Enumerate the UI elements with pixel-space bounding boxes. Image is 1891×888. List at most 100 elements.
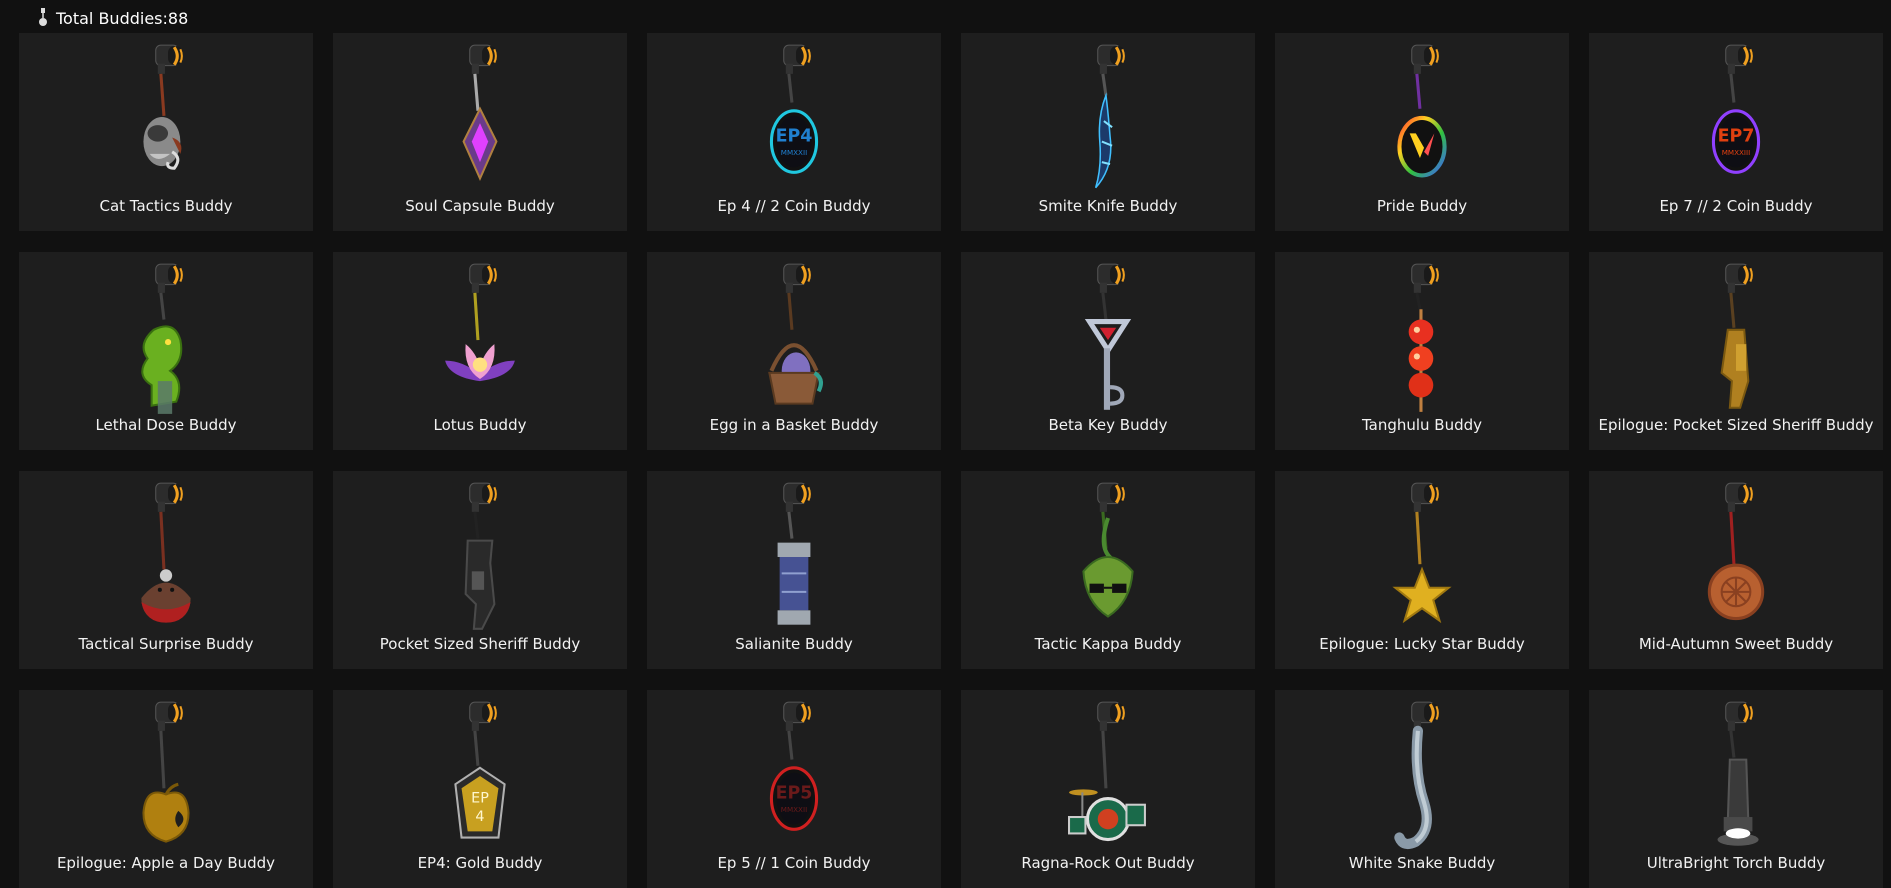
ep7-coin-buddy-icon: EP7 MMXXIII (1711, 44, 1761, 174)
sheriff-buddy-icon (464, 482, 497, 630)
buddy-card[interactable]: Epilogue: Apple a Day Buddy (19, 690, 313, 888)
buddy-name: Lotus Buddy (433, 416, 527, 434)
buddy-card[interactable]: Epilogue: Lucky Star Buddy (1275, 471, 1569, 669)
buddy-card[interactable]: Tactic Kappa Buddy (961, 471, 1255, 669)
buddy-card[interactable]: EP4 MMXXII Ep 4 // 2 Coin Buddy (647, 33, 941, 231)
keychain-clip (469, 263, 497, 293)
total-buddies-label: Total Buddies:88 (56, 8, 189, 28)
buddy-grid: Cat Tactics Buddy Soul Capsule Buddy EP4… (19, 33, 1883, 888)
buddy-card[interactable]: Tanghulu Buddy (1275, 252, 1569, 450)
buddy-card[interactable]: EP7 MMXXIII Ep 7 // 2 Coin Buddy (1589, 33, 1883, 231)
buddy-card[interactable]: Lotus Buddy (333, 252, 627, 450)
keychain-clip (155, 263, 183, 293)
keychain-clip (1411, 263, 1439, 293)
buddy-card[interactable]: EP5 MMXXII Ep 5 // 1 Coin Buddy (647, 690, 941, 888)
svg-text:EP5: EP5 (776, 784, 813, 804)
buddy-name: Epilogue: Lucky Star Buddy (1319, 635, 1525, 653)
buddy-name: Epilogue: Pocket Sized Sheriff Buddy (1598, 416, 1874, 434)
keychain-clip (155, 482, 183, 512)
svg-text:EP7: EP7 (1718, 127, 1755, 147)
keychain-clip (469, 482, 497, 512)
buddy-name: Ep 4 // 2 Coin Buddy (717, 197, 871, 215)
smite-knife-buddy-icon (1094, 44, 1125, 189)
buddy-card[interactable]: Tactical Surprise Buddy (19, 471, 313, 669)
buddy-name: Smite Knife Buddy (1038, 197, 1178, 215)
salianite-buddy-icon (777, 482, 811, 625)
keychain-clip (1097, 263, 1125, 293)
keychain-clip (783, 701, 811, 731)
keychain-clip (155, 701, 183, 731)
keychain-clip (1097, 701, 1125, 731)
keychain-clip (1725, 482, 1753, 512)
buddy-card[interactable]: Lethal Dose Buddy (19, 252, 313, 450)
torch-buddy-icon (1717, 701, 1759, 846)
buddy-name: Tanghulu Buddy (1361, 416, 1483, 434)
buddy-name: Mid-Autumn Sweet Buddy (1638, 635, 1834, 653)
buddy-name: White Snake Buddy (1348, 854, 1496, 872)
keychain-clip (783, 263, 811, 293)
buddy-name: Pride Buddy (1376, 197, 1468, 215)
keychain-clip (469, 701, 497, 731)
buddy-name: Cat Tactics Buddy (99, 197, 233, 215)
keychain-clip (1411, 44, 1439, 74)
keychain-clip (1097, 482, 1125, 512)
tactical-surprise-buddy-icon (141, 482, 191, 623)
mooncake-buddy-icon (1707, 482, 1765, 621)
buddy-name: EP4: Gold Buddy (417, 854, 543, 872)
keychain-clip (1725, 263, 1753, 293)
svg-text:MMXXIII: MMXXIII (1722, 148, 1751, 157)
buddy-name: Soul Capsule Buddy (405, 197, 555, 215)
buddy-name: Pocket Sized Sheriff Buddy (379, 635, 581, 653)
buddy-card[interactable]: Egg in a Basket Buddy (647, 252, 941, 450)
keychain-clip (1097, 44, 1125, 74)
ep4-coin-buddy-icon: EP4 MMXXII (769, 44, 819, 174)
svg-text:EP4: EP4 (776, 127, 813, 147)
buddy-card[interactable]: White Snake Buddy (1275, 690, 1569, 888)
buddy-name: Epilogue: Apple a Day Buddy (56, 854, 276, 872)
egg-basket-buddy-icon (768, 263, 823, 405)
buddy-card[interactable]: Ragna-Rock Out Buddy (961, 690, 1255, 888)
buddy-card[interactable]: Soul Capsule Buddy (333, 33, 627, 231)
drum-kit-buddy-icon (1068, 701, 1146, 842)
keychain-clip (1411, 482, 1439, 512)
buddy-name: Ragna-Rock Out Buddy (1021, 854, 1195, 872)
buddy-card[interactable]: Cat Tactics Buddy (19, 33, 313, 231)
total-buddies-header: Total Buddies:88 (36, 6, 188, 30)
buddy-name: Tactical Surprise Buddy (78, 635, 254, 653)
buddy-card[interactable]: Pocket Sized Sheriff Buddy (333, 471, 627, 669)
buddy-card[interactable]: Epilogue: Pocket Sized Sheriff Buddy (1589, 252, 1883, 450)
buddy-card[interactable]: EP 4 EP4: Gold Buddy (333, 690, 627, 888)
buddy-card[interactable]: Mid-Autumn Sweet Buddy (1589, 471, 1883, 669)
ep5-coin-buddy-icon: EP5 MMXXII (769, 701, 819, 831)
keychain-clip (1725, 701, 1753, 731)
buddy-card[interactable]: Salianite Buddy (647, 471, 941, 669)
lucky-star-buddy-icon (1392, 482, 1452, 624)
buddy-name: Ep 5 // 1 Coin Buddy (717, 854, 871, 872)
gold-sheriff-buddy-icon (1720, 263, 1753, 409)
buddy-name: Egg in a Basket Buddy (709, 416, 879, 434)
buddy-name: Beta Key Buddy (1048, 416, 1168, 434)
buddy-card[interactable]: Pride Buddy (1275, 33, 1569, 231)
buddy-name: Lethal Dose Buddy (95, 416, 237, 434)
buddy-name: Tactic Kappa Buddy (1034, 635, 1182, 653)
svg-text:MMXXII: MMXXII (781, 805, 807, 814)
svg-text:MMXXII: MMXXII (781, 148, 807, 157)
pride-buddy-icon (1397, 44, 1447, 178)
keychain-clip (783, 44, 811, 74)
buddy-card[interactable]: Beta Key Buddy (961, 252, 1255, 450)
white-snake-buddy-icon (1394, 701, 1439, 850)
golden-apple-buddy-icon (142, 701, 190, 843)
svg-text:4: 4 (475, 809, 484, 825)
kappa-buddy-icon (1082, 482, 1134, 618)
buddy-card[interactable]: Smite Knife Buddy (961, 33, 1255, 231)
buddy-name: UltraBright Torch Buddy (1646, 854, 1826, 872)
buddy-name: Ep 7 // 2 Coin Buddy (1659, 197, 1813, 215)
buddy-charm-icon (39, 8, 47, 26)
keychain-clip (1725, 44, 1753, 74)
ep4-gold-buddy-icon: EP 4 (454, 701, 506, 839)
keychain-clip (155, 44, 183, 74)
svg-text:EP: EP (471, 791, 489, 807)
keychain-clip (469, 44, 497, 74)
buddy-card[interactable]: UltraBright Torch Buddy (1589, 690, 1883, 888)
lotus-buddy-icon (445, 263, 515, 382)
